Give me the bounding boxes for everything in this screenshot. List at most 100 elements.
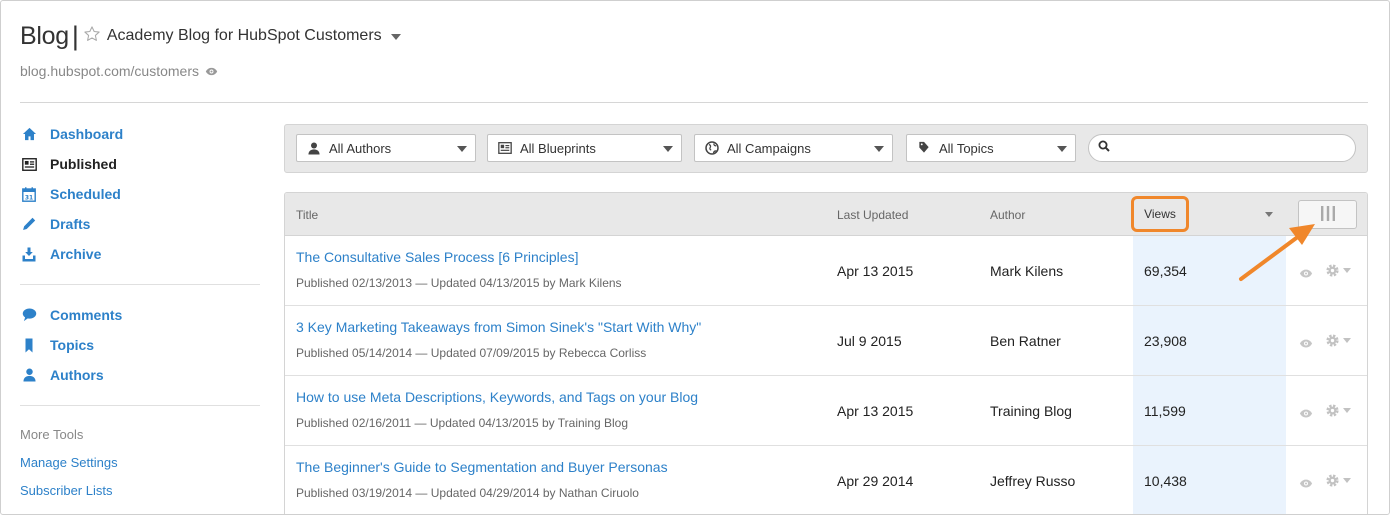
sidebar-divider bbox=[20, 284, 260, 285]
blueprints-filter-value: All Blueprints bbox=[520, 140, 596, 156]
search-icon bbox=[1098, 139, 1110, 157]
post-author: Mark Kilens bbox=[990, 263, 1064, 279]
more-tools-heading: More Tools bbox=[20, 427, 84, 442]
posts-table: Title Last Updated Author Views The Cons… bbox=[284, 192, 1368, 514]
chevron-down-icon bbox=[1343, 408, 1351, 413]
post-views: 11,599 bbox=[1144, 403, 1186, 419]
sidebar-item-label: Archive bbox=[50, 246, 102, 262]
chevron-down-icon[interactable] bbox=[390, 34, 401, 40]
filter-bar: All Authors All Blueprints All Campaigns… bbox=[284, 124, 1368, 173]
post-title-link[interactable]: The Beginner's Guide to Segmentation and… bbox=[296, 459, 668, 475]
post-views: 69,354 bbox=[1144, 263, 1187, 279]
gear-icon bbox=[1326, 334, 1339, 347]
chevron-down-icon bbox=[1343, 268, 1351, 273]
post-meta: Published 05/14/2014 — Updated 07/09/201… bbox=[296, 346, 647, 360]
sidebar-item-label: Scheduled bbox=[50, 186, 121, 202]
sidebar-item-scheduled[interactable]: 31 Scheduled bbox=[20, 179, 260, 209]
column-header-views-label: Views bbox=[1144, 207, 1176, 221]
column-header-author[interactable]: Author bbox=[990, 208, 1025, 222]
table-row: The Beginner's Guide to Segmentation and… bbox=[285, 446, 1367, 514]
gear-icon bbox=[1326, 404, 1339, 417]
tag-icon bbox=[917, 141, 931, 155]
table-row: The Consultative Sales Process [6 Princi… bbox=[285, 236, 1367, 306]
page-title: Blog bbox=[20, 21, 69, 50]
post-last-updated: Apr 29 2014 bbox=[837, 473, 914, 489]
authors-filter-value: All Authors bbox=[329, 140, 392, 156]
app-frame: Blog | Academy Blog for HubSpot Customer… bbox=[0, 0, 1390, 515]
chevron-down-icon bbox=[663, 146, 673, 152]
campaigns-filter-dropdown[interactable]: All Campaigns bbox=[694, 134, 893, 162]
sidebar-item-label: Published bbox=[50, 156, 117, 172]
chevron-down-icon bbox=[1057, 146, 1067, 152]
sidebar-item-label: Authors bbox=[50, 367, 104, 383]
star-icon[interactable] bbox=[83, 25, 105, 48]
post-actions-menu[interactable] bbox=[1325, 403, 1351, 418]
manage-settings-link[interactable]: Manage Settings bbox=[20, 449, 260, 477]
post-views: 10,438 bbox=[1144, 473, 1187, 489]
header-divider bbox=[20, 102, 1368, 103]
post-author: Ben Ratner bbox=[990, 333, 1061, 349]
sidebar-item-dashboard[interactable]: Dashboard bbox=[20, 119, 260, 149]
sidebar-item-label: Dashboard bbox=[50, 126, 124, 142]
sidebar-item-label: Drafts bbox=[50, 216, 91, 232]
blog-selector[interactable]: Academy Blog for HubSpot Customers bbox=[107, 27, 382, 45]
globe-icon bbox=[705, 141, 719, 155]
post-actions-menu[interactable] bbox=[1325, 473, 1351, 488]
post-title-link[interactable]: How to use Meta Descriptions, Keywords, … bbox=[296, 389, 698, 405]
authors-filter-dropdown[interactable]: All Authors bbox=[296, 134, 476, 162]
search-input[interactable] bbox=[1116, 140, 1346, 156]
post-views: 23,908 bbox=[1144, 333, 1187, 349]
post-last-updated: Jul 9 2015 bbox=[837, 333, 902, 349]
post-meta: Published 02/13/2013 — Updated 04/13/201… bbox=[296, 276, 622, 290]
post-last-updated: Apr 13 2015 bbox=[837, 403, 914, 419]
post-title-link[interactable]: The Consultative Sales Process [6 Princi… bbox=[296, 249, 578, 265]
table-row: How to use Meta Descriptions, Keywords, … bbox=[285, 376, 1367, 446]
topics-filter-value: All Topics bbox=[939, 140, 994, 156]
chevron-down-icon bbox=[1343, 478, 1351, 483]
blueprint-icon bbox=[498, 141, 512, 155]
person-icon bbox=[20, 366, 38, 384]
eye-icon[interactable] bbox=[1299, 475, 1313, 493]
column-header-last-updated[interactable]: Last Updated bbox=[837, 208, 908, 222]
blog-url: blog.hubspot.com/customers bbox=[20, 63, 218, 79]
search-box[interactable] bbox=[1088, 134, 1356, 162]
subscriber-lists-link[interactable]: Subscriber Lists bbox=[20, 477, 260, 505]
post-author: Jeffrey Russo bbox=[990, 473, 1076, 489]
post-meta: Published 02/16/2011 — Updated 04/13/201… bbox=[296, 416, 629, 430]
blog-url-text: blog.hubspot.com/customers bbox=[20, 63, 199, 79]
sidebar-item-authors[interactable]: Authors bbox=[20, 360, 260, 390]
column-header-title[interactable]: Title bbox=[296, 208, 318, 222]
column-header-views[interactable]: Views bbox=[1131, 196, 1189, 232]
home-icon bbox=[20, 125, 38, 143]
pencil-icon bbox=[20, 215, 38, 233]
post-actions-menu[interactable] bbox=[1325, 333, 1351, 348]
sidebar-item-comments[interactable]: Comments bbox=[20, 300, 260, 330]
blueprints-filter-dropdown[interactable]: All Blueprints bbox=[487, 134, 682, 162]
chevron-down-icon bbox=[457, 146, 467, 152]
post-title-link[interactable]: 3 Key Marketing Takeaways from Simon Sin… bbox=[296, 319, 701, 335]
sidebar-item-published[interactable]: Published bbox=[20, 149, 260, 179]
post-meta: Published 03/19/2014 — Updated 04/29/201… bbox=[296, 486, 639, 500]
table-row: 3 Key Marketing Takeaways from Simon Sin… bbox=[285, 306, 1367, 376]
sidebar-item-label: Comments bbox=[50, 307, 123, 323]
sidebar-item-archive[interactable]: Archive bbox=[20, 239, 260, 269]
published-icon bbox=[20, 155, 38, 173]
eye-icon[interactable] bbox=[1299, 405, 1313, 423]
title-separator: | bbox=[71, 20, 79, 51]
chevron-down-icon bbox=[874, 146, 884, 152]
sidebar-item-drafts[interactable]: Drafts bbox=[20, 209, 260, 239]
callout-arrow-icon bbox=[1239, 224, 1315, 281]
sidebar-item-topics[interactable]: Topics bbox=[20, 330, 260, 360]
chevron-down-icon bbox=[1343, 338, 1351, 343]
archive-icon bbox=[20, 245, 38, 263]
eye-icon[interactable] bbox=[1299, 335, 1313, 353]
sidebar-item-label: Topics bbox=[50, 337, 95, 353]
sidebar-divider bbox=[20, 405, 260, 406]
post-last-updated: Apr 13 2015 bbox=[837, 263, 914, 279]
eye-icon[interactable] bbox=[205, 63, 218, 79]
bookmark-icon bbox=[20, 336, 38, 354]
campaigns-filter-value: All Campaigns bbox=[727, 140, 811, 156]
calendar-icon: 31 bbox=[20, 185, 38, 203]
topics-filter-dropdown[interactable]: All Topics bbox=[906, 134, 1076, 162]
sidebar: Dashboard Published 31 Scheduled Drafts … bbox=[20, 119, 260, 505]
